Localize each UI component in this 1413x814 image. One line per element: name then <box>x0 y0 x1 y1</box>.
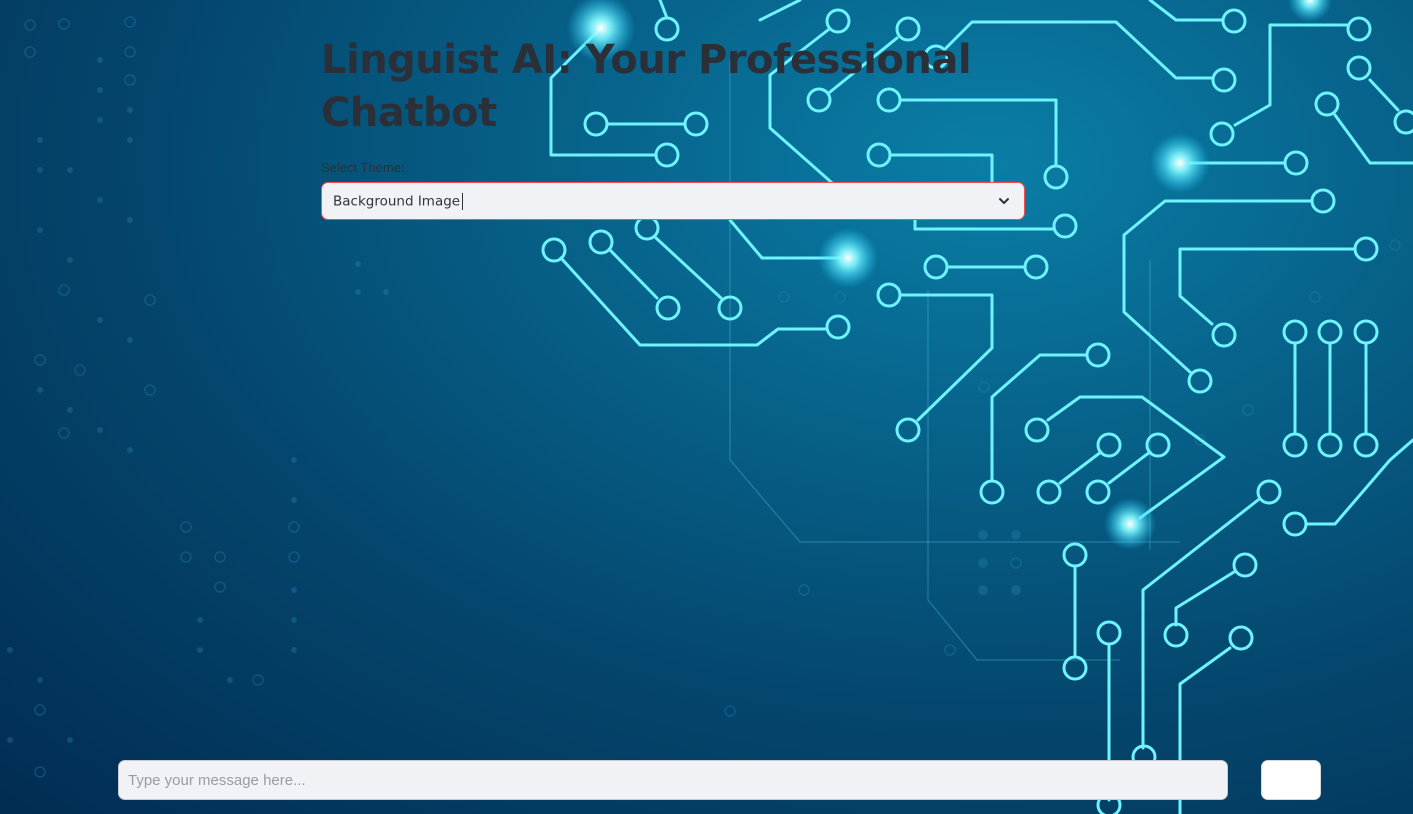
send-button[interactable] <box>1261 760 1321 800</box>
main-content: Linguist AI: Your Professional Chatbot S… <box>321 34 1025 220</box>
theme-select[interactable]: Background Image <box>321 182 1025 220</box>
page-title: Linguist AI: Your Professional Chatbot <box>321 37 972 136</box>
theme-select-value: Background Image <box>333 193 461 209</box>
text-caret <box>462 192 464 210</box>
chevron-down-icon[interactable] <box>996 193 1012 209</box>
theme-select-value-wrap: Background Image <box>333 192 996 210</box>
theme-select-label: Select Theme: <box>321 160 405 175</box>
chat-message-input[interactable] <box>118 760 1228 800</box>
